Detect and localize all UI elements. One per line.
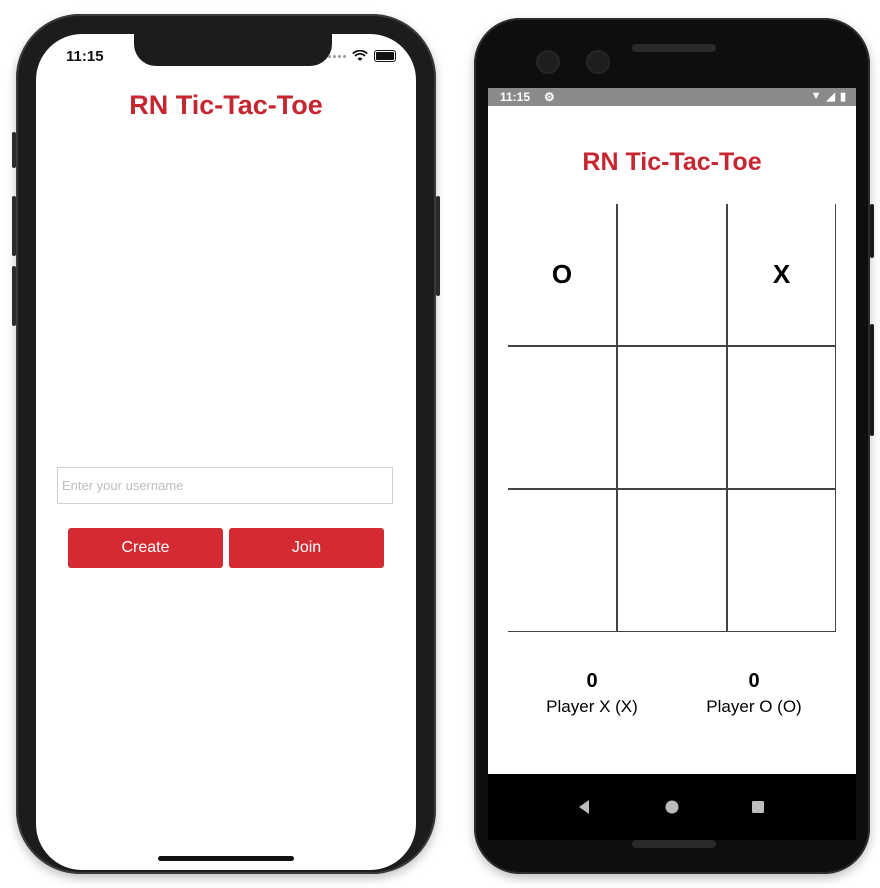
front-sensor — [588, 52, 608, 72]
signal-icon — [328, 54, 346, 58]
board-cell[interactable] — [617, 204, 727, 346]
score-value: 0 — [748, 670, 760, 692]
recents-icon — [752, 801, 764, 813]
board-cell[interactable] — [508, 489, 617, 632]
settings-icon: ⚙ — [544, 90, 555, 104]
app-title: RN Tic-Tac-Toe — [129, 90, 323, 120]
board-cell[interactable] — [727, 346, 836, 489]
android-device: 11:15 ⚙ ▼ ◢ ▮ RN Tic-Tac-Toe O X 0 Playe… — [474, 18, 874, 874]
iphone-device: 11:15 RN Tic-Tac-Toe Create Join — [12, 14, 440, 874]
status-time: 11:15 — [66, 48, 104, 65]
board-cell[interactable] — [727, 489, 836, 632]
notch — [134, 34, 332, 66]
power-button — [436, 196, 440, 296]
create-button[interactable]: Create — [68, 528, 223, 568]
score-player-x: 0 Player X (X) — [522, 670, 662, 717]
home-indicator[interactable] — [158, 856, 294, 861]
back-icon — [579, 800, 589, 814]
board-cell[interactable] — [617, 489, 727, 632]
home-button[interactable] — [642, 774, 702, 840]
app-title: RN Tic-Tac-Toe — [582, 148, 762, 176]
status-bar: 11:15 ⚙ ▼ ◢ ▮ — [488, 88, 856, 106]
earpiece-speaker — [632, 44, 716, 52]
status-time: 11:15 — [500, 90, 531, 104]
back-button[interactable] — [554, 774, 614, 840]
power-button — [870, 204, 874, 258]
volume-up-button — [12, 196, 16, 256]
volume-down-button — [12, 266, 16, 326]
battery-icon: ▮ — [839, 91, 846, 103]
score-label: Player X (X) — [546, 697, 638, 716]
volume-button — [870, 324, 874, 436]
android-screen: 11:15 ⚙ ▼ ◢ ▮ RN Tic-Tac-Toe O X 0 Playe… — [488, 88, 856, 774]
board-cell[interactable] — [508, 346, 617, 489]
board-cell[interactable]: O — [508, 204, 617, 346]
battery-icon — [374, 50, 396, 62]
front-camera — [538, 52, 558, 72]
signal-icon: ◢ — [826, 91, 835, 103]
score-label: Player O (O) — [706, 697, 802, 716]
board-cell[interactable] — [617, 346, 727, 489]
status-icons: ▼ ◢ ▮ — [811, 90, 846, 103]
status-icons — [328, 50, 396, 62]
recents-button[interactable] — [728, 774, 788, 840]
score-player-o: 0 Player O (O) — [684, 670, 824, 717]
navigation-bar — [488, 774, 856, 840]
mute-switch — [12, 132, 16, 168]
join-button[interactable]: Join — [229, 528, 384, 568]
score-value: 0 — [586, 670, 598, 692]
wifi-icon: ▼ — [810, 90, 822, 102]
game-board: O X — [508, 204, 836, 632]
username-input[interactable] — [57, 467, 393, 504]
wifi-icon — [352, 50, 368, 61]
iphone-screen: 11:15 RN Tic-Tac-Toe Create Join — [36, 34, 416, 870]
bottom-speaker — [632, 840, 716, 848]
home-icon — [665, 800, 679, 814]
board-cell[interactable]: X — [727, 204, 836, 346]
